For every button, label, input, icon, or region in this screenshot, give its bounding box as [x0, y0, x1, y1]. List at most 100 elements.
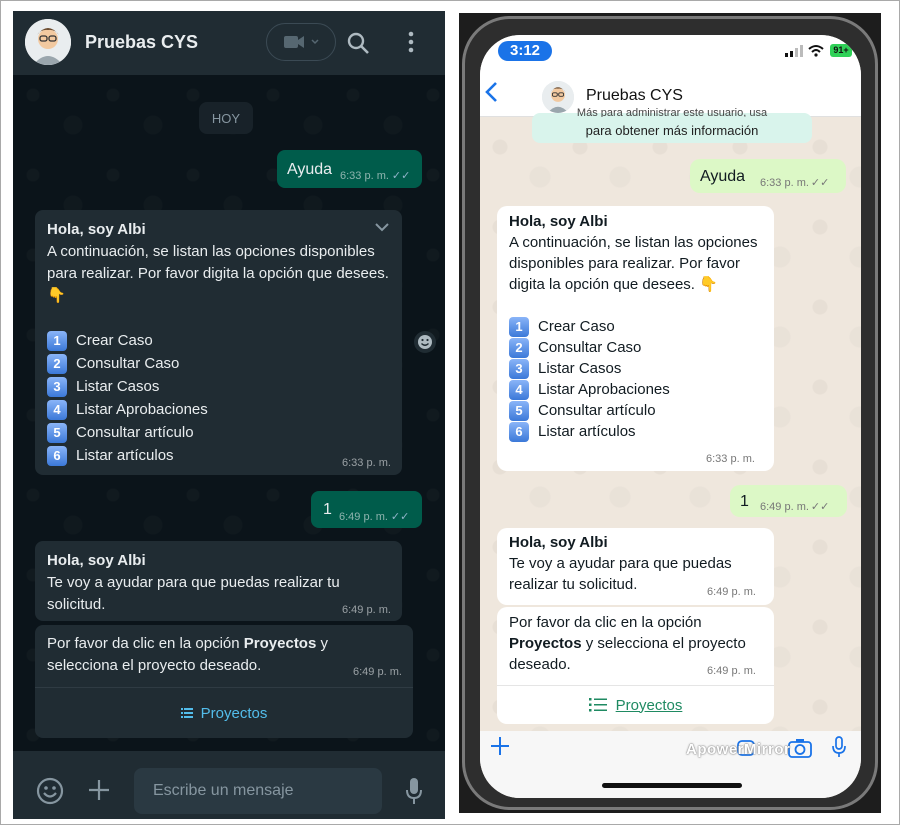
- message-time: 6:49 p. m.: [707, 665, 756, 677]
- whatsapp-web-panel: Pruebas CYS HOY Ayuda 6:33 p. m. ✓✓ Hola…: [13, 11, 445, 819]
- screenshot-frame: Pruebas CYS HOY Ayuda 6:33 p. m. ✓✓ Hola…: [0, 0, 900, 825]
- message-time: 6:33 p. m.: [342, 457, 391, 469]
- attach-plus-icon[interactable]: [88, 779, 110, 801]
- option-label: Listar Aprobaciones: [76, 401, 208, 418]
- microphone-icon[interactable]: [832, 736, 846, 758]
- double-check-icon: ✓✓: [390, 511, 410, 523]
- option-label: Listar Casos: [538, 360, 622, 377]
- proyectos-list-button[interactable]: Proyectos: [497, 686, 774, 724]
- message-title: Hola, soy Albi: [509, 534, 608, 551]
- proyectos-list-button[interactable]: Proyectos: [35, 688, 413, 738]
- incoming-message[interactable]: Hola, soy Albi Te voy a ayudar para que …: [35, 541, 402, 621]
- react-emoji-button[interactable]: [414, 331, 436, 353]
- list-item: 3 Listar Casos: [509, 358, 771, 379]
- outgoing-message[interactable]: Ayuda 6:33 p. m. ✓✓: [690, 159, 846, 193]
- home-indicator[interactable]: [602, 783, 742, 788]
- number-keycap-icon: 2: [509, 337, 529, 358]
- notice-text: para obtener más información: [585, 123, 759, 138]
- chevron-down-icon[interactable]: [374, 222, 390, 232]
- incoming-message[interactable]: Hola, soy Albi A continuación, se listan…: [497, 206, 774, 471]
- double-check-icon: ✓✓: [810, 177, 830, 189]
- number-keycap-icon: 2: [47, 353, 67, 374]
- message-list: Más para administrar este usuario, usa p…: [480, 107, 861, 731]
- message-time: 6:49 p. m. ✓✓: [339, 511, 410, 523]
- signal-icon: [785, 45, 803, 57]
- message-input[interactable]: Escribe un mensaje: [134, 768, 382, 814]
- double-check-icon: ✓✓: [810, 501, 830, 513]
- incoming-message[interactable]: Hola, soy Albi A continuación, se listan…: [35, 210, 402, 475]
- options-list: 1 Crear Caso 2 Consultar Caso 3 Listar Casos 4…: [47, 329, 397, 467]
- message-body: Hola, soy Albi A continuación, se listan…: [47, 219, 397, 467]
- chat-header: Pruebas CYS: [13, 11, 445, 75]
- system-notice: Más para administrar este usuario, usa p…: [532, 107, 812, 143]
- composer-bar: Escribe un mensaje: [13, 751, 445, 819]
- message-text: Por favor da clic en la opción Proyectos…: [47, 635, 328, 674]
- option-label: Listar Casos: [76, 378, 160, 395]
- contact-name[interactable]: Pruebas CYS: [85, 32, 198, 53]
- camera-icon[interactable]: [788, 738, 812, 758]
- avatar[interactable]: [25, 19, 71, 65]
- outgoing-message[interactable]: 1 6:49 p. m. ✓✓: [730, 485, 847, 517]
- list-icon: [588, 698, 607, 712]
- message-text: Te voy a ayudar para que puedas realizar…: [47, 574, 340, 613]
- phone-screen: 3:12 91+ Pruebas CYS Más para administra…: [480, 35, 861, 798]
- option-label: Crear Caso: [538, 318, 615, 335]
- number-keycap-icon: 4: [47, 399, 67, 420]
- message-text: Ayuda: [287, 161, 333, 178]
- option-label: Consultar Caso: [538, 339, 642, 356]
- message-time: 6:33 p. m.: [706, 453, 755, 465]
- menu-button[interactable]: [408, 31, 414, 58]
- list-item: 5 Consultar artículo: [47, 421, 397, 444]
- back-button[interactable]: [484, 79, 498, 110]
- microphone-icon[interactable]: [405, 777, 423, 805]
- list-item: 6 Listar artículos: [509, 421, 771, 442]
- outgoing-message[interactable]: 1 6:49 p. m. ✓✓: [311, 491, 422, 528]
- message-body: Hola, soy Albi Te voy a ayudar para que …: [47, 550, 387, 616]
- emoji-icon[interactable]: [36, 777, 64, 805]
- list-item: 4 Listar Aprobaciones: [509, 379, 771, 400]
- notice-text: Más para administrar este usuario, usa: [576, 107, 768, 117]
- incoming-message[interactable]: Por favor da clic en la opción Proyectos…: [497, 607, 774, 724]
- incoming-message[interactable]: Hola, soy Albi Te voy a ayudar para que …: [497, 528, 774, 605]
- number-keycap-icon: 5: [47, 422, 67, 443]
- outgoing-message[interactable]: Ayuda 6:33 p. m. ✓✓: [277, 150, 422, 188]
- option-label: Consultar artículo: [538, 402, 656, 419]
- list-item: 5 Consultar artículo: [509, 400, 771, 421]
- option-label: Listar artículos: [538, 423, 636, 440]
- video-camera-icon: [284, 36, 304, 48]
- option-label: Listar Aprobaciones: [538, 381, 670, 398]
- list-icon: [180, 708, 193, 718]
- contact-name[interactable]: Pruebas CYS: [586, 87, 683, 105]
- number-keycap-icon: 6: [47, 445, 67, 466]
- message-title: Hola, soy Albi: [509, 213, 608, 230]
- list-item: 1 Crear Caso: [509, 316, 771, 337]
- double-check-icon: ✓✓: [391, 170, 411, 182]
- message-title: Hola, soy Albi: [47, 552, 146, 569]
- date-divider: HOY: [199, 102, 253, 134]
- smiley-icon: [418, 335, 432, 349]
- message-time: 6:49 p. m.: [353, 666, 402, 678]
- list-item: 2 Consultar Caso: [47, 352, 397, 375]
- option-label: Listar artículos: [76, 447, 174, 464]
- button-label: Proyectos: [615, 696, 683, 714]
- message-body: Hola, soy Albi A continuación, se listan…: [509, 211, 771, 442]
- attach-plus-icon[interactable]: [490, 736, 510, 756]
- option-label: Consultar artículo: [76, 424, 194, 441]
- message-time: 6:33 p. m. ✓✓: [760, 177, 830, 189]
- message-time: 6:49 p. m.: [342, 604, 391, 616]
- status-bar: 3:12 91+: [480, 35, 861, 65]
- message-text: A continuación, se listan las opciones d…: [47, 243, 389, 304]
- search-button[interactable]: [346, 31, 370, 60]
- incoming-message[interactable]: Por favor da clic en la opción Proyectos…: [35, 625, 413, 738]
- watermark: ApowerMirror: [686, 741, 791, 758]
- number-keycap-icon: 3: [47, 376, 67, 397]
- option-label: Crear Caso: [76, 332, 153, 349]
- number-keycap-icon: 3: [509, 358, 529, 379]
- list-item: 2 Consultar Caso: [509, 337, 771, 358]
- message-title: Hola, soy Albi: [47, 221, 146, 238]
- number-keycap-icon: 1: [47, 330, 67, 351]
- list-item: 3 Listar Casos: [47, 375, 397, 398]
- video-call-button[interactable]: [266, 23, 336, 61]
- number-keycap-icon: 1: [509, 316, 529, 337]
- option-label: Consultar Caso: [76, 355, 180, 372]
